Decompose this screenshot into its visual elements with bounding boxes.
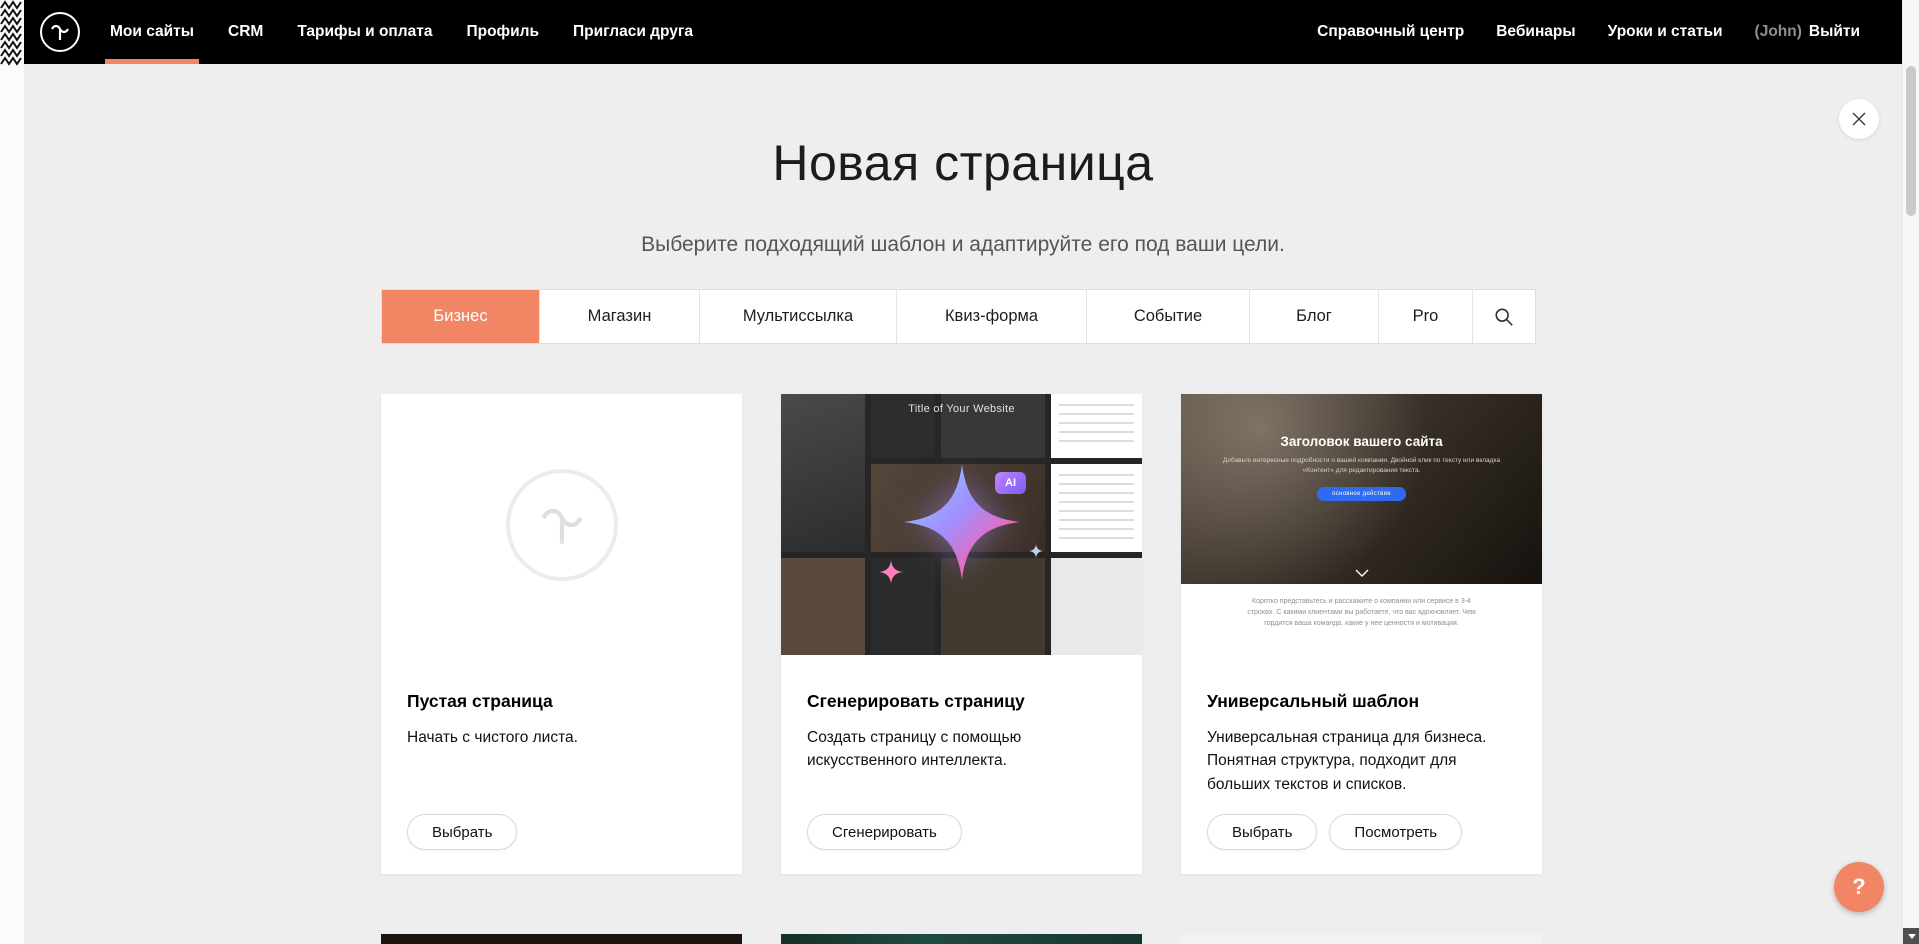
template-hero-button: основное действие xyxy=(1317,487,1406,501)
nav-label: Пригласи друга xyxy=(573,23,693,41)
template-hero: Заголовок вашего сайта Добавьте интересн… xyxy=(1181,394,1542,584)
template-cards-row: Пустая страница Начать с чистого листа. … xyxy=(381,394,1542,874)
chevron-down-icon xyxy=(1355,569,1369,577)
nav-my-sites[interactable]: Мои сайты xyxy=(110,0,194,64)
nav-label: Вебинары xyxy=(1496,23,1575,41)
tab-label: Блог xyxy=(1296,307,1332,326)
nav-profile[interactable]: Профиль xyxy=(466,0,539,64)
preview-site-title: Title of Your Website xyxy=(781,403,1142,415)
tab-label: Мультиссылка xyxy=(743,307,853,326)
tilda-watermark-icon xyxy=(506,469,618,581)
close-icon xyxy=(1851,111,1867,127)
nav-webinars[interactable]: Вебинары xyxy=(1496,0,1575,64)
nav-label: Уроки и статьи xyxy=(1608,23,1723,41)
nav-crm[interactable]: CRM xyxy=(228,0,263,64)
generate-button[interactable]: Сгенерировать xyxy=(807,814,962,850)
tilda-logo[interactable] xyxy=(40,12,80,52)
template-body-section: Коротко представьтесь и расскажите о ком… xyxy=(1181,584,1542,655)
collage-tile xyxy=(1051,464,1142,552)
card-title: Универсальный шаблон xyxy=(1207,691,1516,712)
card-actions: Выбрать Посмотреть xyxy=(1207,814,1462,850)
card-body: Универсальный шаблон Универсальная стран… xyxy=(1181,655,1542,796)
nav-lessons[interactable]: Уроки и статьи xyxy=(1608,0,1723,64)
collage-tile xyxy=(781,558,865,655)
left-edge-decoration xyxy=(0,0,24,944)
template-preview-image: Заголовок вашего сайта Добавьте интересн… xyxy=(1181,394,1542,655)
collage-tile xyxy=(781,394,865,552)
secondary-nav: Справочный центр Вебинары Уроки и статьи… xyxy=(1317,0,1860,64)
tab-pro[interactable]: Pro xyxy=(1378,290,1472,343)
card-body: Пустая страница Начать с чистого листа. xyxy=(381,655,742,749)
tab-blog[interactable]: Блог xyxy=(1249,290,1378,343)
top-navbar: Мои сайты CRM Тарифы и оплата Профиль Пр… xyxy=(24,0,1902,64)
vertical-scrollbar xyxy=(1902,0,1919,944)
template-category-tabs: Бизнес Магазин Мультиссылка Квиз-форма С… xyxy=(381,289,1536,344)
tab-multilink[interactable]: Мультиссылка xyxy=(699,290,896,343)
page-title: Новая страница xyxy=(24,136,1902,191)
nav-label: Профиль xyxy=(466,23,539,41)
card-ai-generate: Title of Your Website xyxy=(781,394,1142,874)
tab-store[interactable]: Магазин xyxy=(539,290,699,343)
primary-nav: Мои сайты CRM Тарифы и оплата Профиль Пр… xyxy=(110,0,693,64)
card-title: Пустая страница xyxy=(407,691,716,712)
tab-label: Магазин xyxy=(588,307,652,326)
tab-event[interactable]: Событие xyxy=(1086,290,1249,343)
nav-label: CRM xyxy=(228,23,263,41)
choose-button[interactable]: Выбрать xyxy=(1207,814,1317,850)
tab-search[interactable] xyxy=(1472,290,1535,343)
search-icon xyxy=(1494,307,1514,327)
card-actions: Выбрать xyxy=(407,814,517,850)
user-name: (John) xyxy=(1755,23,1802,41)
card-universal-template: Заголовок вашего сайта Добавьте интересн… xyxy=(1181,394,1542,874)
ai-sparkle-small-icon xyxy=(879,560,903,584)
template-card-partial[interactable] xyxy=(1181,934,1542,944)
collage-tile xyxy=(1051,558,1142,655)
tilde-glyph-icon xyxy=(48,20,72,44)
tab-business[interactable]: Бизнес xyxy=(382,290,539,343)
nav-help-center[interactable]: Справочный центр xyxy=(1317,0,1464,64)
app-window: Мои сайты CRM Тарифы и оплата Профиль Пр… xyxy=(0,0,1919,944)
nav-invite-friend[interactable]: Пригласи друга xyxy=(573,0,693,64)
template-card-partial[interactable] xyxy=(781,934,1142,944)
nav-label: Тарифы и оплата xyxy=(297,23,432,41)
close-button[interactable] xyxy=(1839,99,1879,139)
card-description: Создать страницу с помощью искусственног… xyxy=(807,726,1116,773)
nav-tariffs[interactable]: Тарифы и оплата xyxy=(297,0,432,64)
help-button[interactable]: ? xyxy=(1834,862,1884,912)
ai-preview-image: Title of Your Website xyxy=(781,394,1142,655)
nav-label: Справочный центр xyxy=(1317,23,1464,41)
tilde-glyph-icon xyxy=(534,497,590,553)
tab-label: Pro xyxy=(1413,307,1439,326)
card-body: Сгенерировать страницу Создать страницу … xyxy=(781,655,1142,773)
tab-quiz-form[interactable]: Квиз-форма xyxy=(896,290,1086,343)
blank-page-preview xyxy=(381,394,742,655)
tab-label: Квиз-форма xyxy=(945,307,1038,326)
card-description: Универсальная страница для бизнеса. Поня… xyxy=(1207,726,1516,796)
card-description: Начать с чистого листа. xyxy=(407,726,716,749)
template-hero-text: Добавьте интересные подробности о вашей … xyxy=(1221,456,1503,476)
card-blank-page: Пустая страница Начать с чистого листа. … xyxy=(381,394,742,874)
choose-button[interactable]: Выбрать xyxy=(407,814,517,850)
scrollbar-down-arrow[interactable] xyxy=(1903,928,1919,944)
card-actions: Сгенерировать xyxy=(807,814,962,850)
ai-badge: AI xyxy=(995,472,1026,494)
template-body-text: Коротко представьтесь и расскажите о ком… xyxy=(1246,584,1477,630)
tab-label: Событие xyxy=(1134,307,1202,326)
template-cards-row-2 xyxy=(381,934,1542,944)
scrollbar-thumb[interactable] xyxy=(1906,66,1916,216)
page-subtitle: Выберите подходящий шаблон и адаптируйте… xyxy=(24,233,1902,257)
logout-link[interactable]: (John) Выйти xyxy=(1755,0,1860,64)
ai-sparkle-small-icon xyxy=(1029,544,1043,558)
template-hero-title: Заголовок вашего сайта xyxy=(1181,394,1542,449)
view-button[interactable]: Посмотреть xyxy=(1329,814,1462,850)
tab-label: Бизнес xyxy=(433,307,487,326)
logout-label: Выйти xyxy=(1809,23,1860,41)
template-card-partial[interactable] xyxy=(381,934,742,944)
zigzag-pattern-icon xyxy=(0,0,24,66)
nav-label: Мои сайты xyxy=(110,23,194,41)
card-title: Сгенерировать страницу xyxy=(807,691,1116,712)
